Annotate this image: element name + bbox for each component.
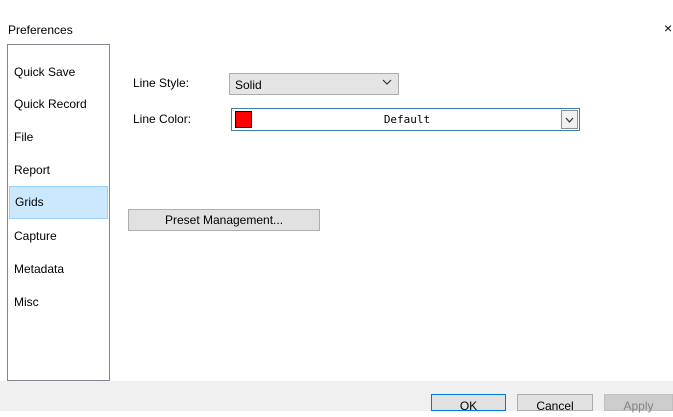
sidebar-item-label: Quick Record: [14, 97, 87, 111]
sidebar-item-label: Capture: [14, 229, 57, 243]
line-color-label: Line Color:: [133, 112, 192, 126]
sidebar-item-grids[interactable]: Grids: [9, 186, 108, 219]
close-icon[interactable]: ×: [664, 20, 672, 36]
sidebar-item-quick-save[interactable]: Quick Save: [9, 57, 108, 90]
color-swatch: [235, 111, 252, 128]
sidebar-item-label: Report: [14, 163, 51, 177]
chevron-down-icon: [382, 77, 392, 90]
sidebar-item-metadata[interactable]: Metadata: [9, 254, 108, 287]
line-style-label: Line Style:: [133, 76, 190, 90]
title-bar: Preferences ×: [0, 0, 673, 44]
sidebar-item-file[interactable]: File: [9, 122, 108, 155]
category-list[interactable]: Quick Save Quick Record File Report Grid…: [7, 44, 110, 381]
window-title: Preferences: [8, 23, 73, 37]
line-style-value: Solid: [235, 78, 262, 92]
sidebar-item-report[interactable]: Report: [9, 155, 108, 188]
sidebar-item-capture[interactable]: Capture: [9, 221, 108, 254]
line-color-value: Default: [383, 113, 431, 126]
dropdown-arrow-button[interactable]: [561, 110, 578, 129]
cancel-button[interactable]: Cancel: [517, 394, 593, 413]
apply-button[interactable]: Apply: [604, 394, 673, 413]
sidebar-item-label: Grids: [15, 195, 44, 209]
sidebar-item-label: Misc: [14, 295, 39, 309]
preset-management-button[interactable]: Preset Management...: [128, 209, 320, 231]
sidebar-item-quick-record[interactable]: Quick Record: [9, 89, 108, 122]
line-color-dropdown[interactable]: Default: [231, 108, 580, 131]
line-style-dropdown[interactable]: Solid: [229, 73, 399, 95]
sidebar-item-misc[interactable]: Misc: [9, 287, 108, 320]
ok-button[interactable]: OK: [431, 394, 506, 413]
sidebar-item-label: Metadata: [14, 262, 65, 276]
sidebar-item-label: File: [14, 130, 34, 144]
sidebar-item-label: Quick Save: [14, 65, 76, 79]
